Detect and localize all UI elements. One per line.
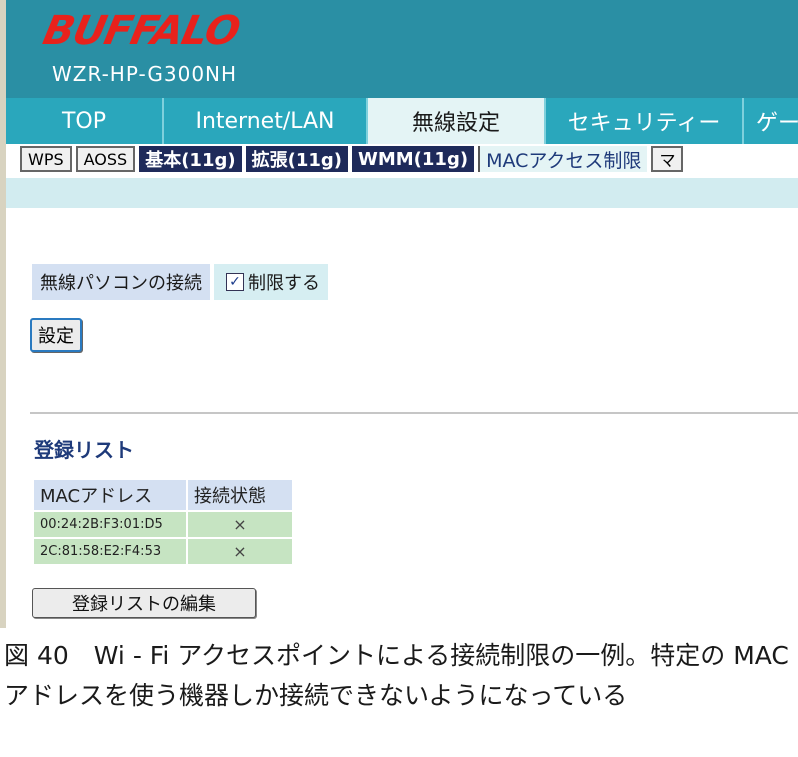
subtab-basic-11g[interactable]: 基本(11g)	[139, 146, 242, 172]
restrict-option: ✓ 制限する	[214, 264, 328, 300]
edit-registered-list-button[interactable]: 登録リストの編集	[32, 588, 256, 618]
sub-navigation: WPS AOSS 基本(11g) 拡張(11g) WMM(11g) MACアクセ…	[6, 144, 798, 174]
tab-internet-lan[interactable]: Internet/LAN	[164, 98, 368, 144]
table-row: 2C:81:58:E2:F4:53 ×	[34, 539, 292, 564]
registered-mac-table: MACアドレス 接続状態 00:24:2B:F3:01:D5 × 2C:81:5…	[32, 478, 294, 566]
submit-settings-button[interactable]: 設定	[30, 318, 82, 352]
tab-wireless-settings[interactable]: 無線設定	[368, 98, 546, 144]
subtab-aoss[interactable]: AOSS	[75, 146, 136, 172]
restrict-checkbox-label: 制限する	[248, 273, 320, 294]
figure-caption: 図 40 Wi - Fi アクセスポイントによる接続制限の一例。特定の MAC …	[4, 641, 789, 710]
registered-list-title: 登録リスト	[34, 438, 134, 462]
tab-game[interactable]: ゲー	[744, 98, 798, 144]
subtab-wps[interactable]: WPS	[20, 146, 72, 172]
tab-top[interactable]: TOP	[6, 98, 164, 144]
mac-address-cell: 00:24:2B:F3:01:D5	[34, 512, 186, 537]
main-tabs: TOP Internet/LAN 無線設定 セキュリティー ゲー	[6, 98, 798, 144]
column-connection-status: 接続状態	[188, 480, 292, 510]
wireless-pc-connection-label: 無線パソコンの接続	[32, 264, 210, 300]
subtab-extended-11g[interactable]: 拡張(11g)	[245, 146, 348, 172]
buffalo-logo: BUFFALO	[39, 8, 244, 54]
model-name: WZR-HP-G300NH	[52, 62, 238, 86]
mac-address-cell: 2C:81:58:E2:F4:53	[34, 539, 186, 564]
subnav-band	[6, 178, 798, 208]
router-admin-page: BUFFALO WZR-HP-G300NH TOP Internet/LAN 無…	[0, 0, 798, 628]
connection-status-cell: ×	[188, 512, 292, 537]
tab-security[interactable]: セキュリティー	[546, 98, 744, 144]
subtab-more[interactable]: マ	[651, 146, 684, 172]
connection-status-cell: ×	[188, 539, 292, 564]
section-divider	[30, 412, 798, 414]
subtab-mac-access-control[interactable]: MACアクセス制限	[478, 146, 648, 172]
table-row: 00:24:2B:F3:01:D5 ×	[34, 512, 292, 537]
column-mac-address: MACアドレス	[34, 480, 186, 510]
header: BUFFALO WZR-HP-G300NH	[6, 0, 798, 98]
subtab-wmm-11g[interactable]: WMM(11g)	[351, 146, 475, 172]
wireless-pc-connection-row: 無線パソコンの接続 ✓ 制限する	[32, 264, 328, 300]
restrict-checkbox[interactable]: ✓	[226, 273, 244, 291]
